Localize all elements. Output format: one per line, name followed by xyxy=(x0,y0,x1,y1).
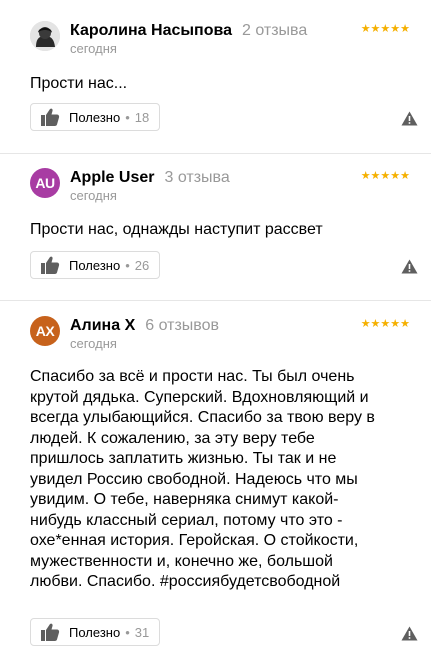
author-review-count[interactable]: 6 отзывов xyxy=(145,317,219,334)
review-header: Алина X 6 отзывов сегодня ★★★★★ xyxy=(70,316,419,356)
helpful-count: 26 xyxy=(134,257,150,273)
avatar-photo-icon xyxy=(30,21,60,51)
helpful-label: Полезно xyxy=(69,109,121,125)
reviews-feed: Каролина Насыпова 2 отзыва сегодня ★★★★★ … xyxy=(0,0,431,654)
author-name[interactable]: Каролина Насыпова xyxy=(70,22,232,39)
author-review-count[interactable]: 3 отзыва xyxy=(164,169,229,186)
review-header: Каролина Насыпова 2 отзыва сегодня ★★★★★ xyxy=(70,21,419,61)
review-date: сегодня xyxy=(70,41,117,56)
avatar-initials: AX xyxy=(35,323,55,339)
author-name[interactable]: Алина X xyxy=(70,317,135,334)
author-name[interactable]: Apple User xyxy=(70,169,154,186)
warning-icon[interactable] xyxy=(401,626,418,641)
warning-icon[interactable] xyxy=(401,111,418,126)
review-date: сегодня xyxy=(70,188,117,203)
thumbs-up-icon xyxy=(41,256,60,274)
helpful-button[interactable]: Полезно • 26 xyxy=(30,251,161,279)
separator-dot: • xyxy=(125,257,130,273)
review-text: Спасибо за всё и прости нас. Ты был очен… xyxy=(30,368,375,590)
separator-dot: • xyxy=(125,624,130,640)
rating-stars: ★★★★★ xyxy=(360,23,410,35)
helpful-count: 18 xyxy=(134,109,150,125)
rating-stars: ★★★★★ xyxy=(360,318,410,330)
review-card: Каролина Насыпова 2 отзыва сегодня ★★★★★ … xyxy=(0,0,431,154)
helpful-count: 31 xyxy=(134,624,150,640)
author-review-count[interactable]: 2 отзыва xyxy=(242,22,307,39)
helpful-button[interactable]: Полезно • 31 xyxy=(30,618,161,646)
thumbs-up-icon xyxy=(41,623,60,641)
review-card: AU Apple User 3 отзыва сегодня ★★★★★ Прос… xyxy=(0,154,431,301)
review-date: сегодня xyxy=(70,336,117,351)
review-card: AX Алина X 6 отзывов сегодня ★★★★★ Спасиб… xyxy=(0,301,431,654)
author-line: Apple User 3 отзыва xyxy=(70,168,230,188)
review-header: Apple User 3 отзыва сегодня ★★★★★ xyxy=(70,168,419,208)
rating-stars: ★★★★★ xyxy=(360,170,410,182)
author-line: Каролина Насыпова 2 отзыва xyxy=(70,21,307,41)
avatar[interactable] xyxy=(30,21,60,51)
avatar[interactable]: AU xyxy=(30,168,60,198)
avatar[interactable]: AX xyxy=(30,316,60,346)
review-text: Прости нас... xyxy=(30,75,128,92)
helpful-label: Полезно xyxy=(69,257,121,273)
warning-icon[interactable] xyxy=(401,259,418,274)
avatar-initials: AU xyxy=(35,175,55,191)
separator-dot: • xyxy=(125,109,130,125)
helpful-button[interactable]: Полезно • 18 xyxy=(30,103,161,131)
author-line: Алина X 6 отзывов xyxy=(70,316,219,336)
thumbs-up-icon xyxy=(41,108,60,126)
review-text: Прости нас, однажды наступит рассвет xyxy=(30,221,323,238)
helpful-label: Полезно xyxy=(69,624,121,640)
